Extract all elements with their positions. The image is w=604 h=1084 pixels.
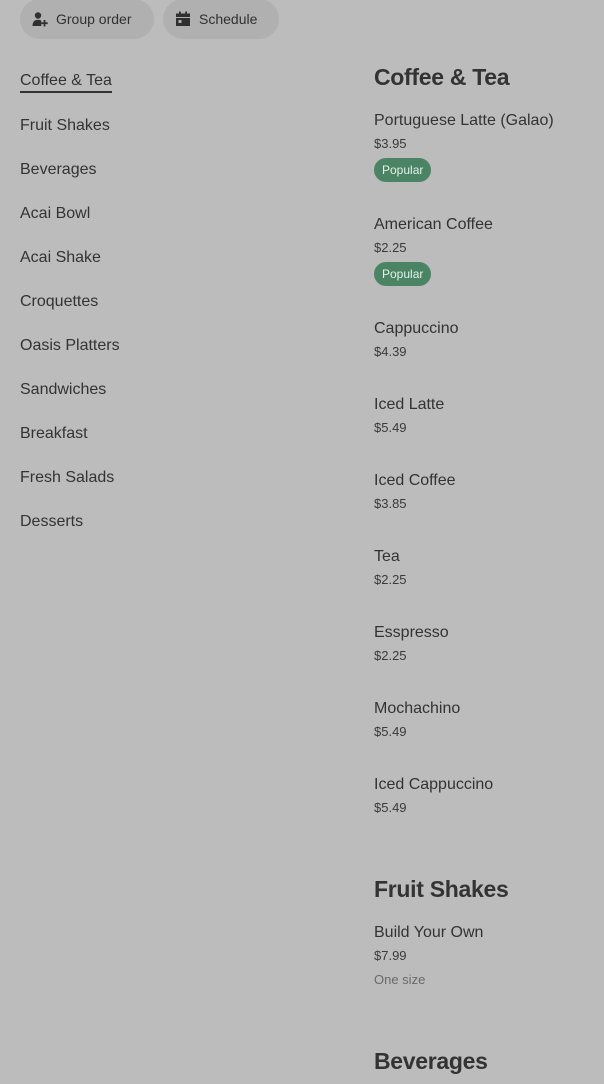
schedule-label: Schedule	[199, 11, 258, 27]
category-nav-item[interactable]: Desserts	[20, 500, 300, 544]
category-nav-item[interactable]: Fresh Salads	[20, 456, 300, 500]
menu-item[interactable]: Cappuccino $4.39	[374, 318, 604, 361]
menu-item[interactable]: Iced Cappuccino $5.49	[374, 774, 604, 817]
item-name: Iced Coffee	[374, 472, 456, 489]
item-price: $5.49	[374, 724, 407, 739]
section-title: Coffee & Tea	[374, 64, 510, 90]
category-label: Acai Bowl	[20, 205, 91, 222]
category-nav-item[interactable]: Sandwiches	[20, 368, 300, 412]
menu-item[interactable]: Build Your Own $7.99 One size	[374, 922, 604, 989]
category-nav-item[interactable]: Fruit Shakes	[20, 104, 300, 148]
item-name: Build Your Own	[374, 924, 484, 941]
item-price: $2.25	[374, 648, 407, 663]
item-price: $2.25	[374, 572, 407, 587]
menu-item[interactable]: Iced Latte $5.49	[374, 394, 604, 437]
action-chips: Group order Schedule	[20, 0, 279, 39]
popular-badge: Popular	[374, 262, 432, 286]
popular-badge: Popular	[374, 158, 432, 182]
item-price: $7.99	[374, 948, 407, 963]
menu-item[interactable]: Mochachino $5.49	[374, 698, 604, 741]
category-label: Fresh Salads	[20, 469, 115, 486]
category-label: Desserts	[20, 513, 84, 530]
item-name: Esspresso	[374, 624, 449, 641]
item-name: American Coffee	[374, 216, 493, 233]
category-label: Sandwiches	[20, 381, 107, 398]
item-price: $5.49	[374, 800, 407, 815]
item-name: Cappuccino	[374, 320, 459, 337]
item-price: $4.39	[374, 344, 407, 359]
category-label: Croquettes	[20, 293, 99, 310]
category-label: Oasis Platters	[20, 337, 120, 354]
section-title: Beverages	[374, 1048, 488, 1074]
category-label: Breakfast	[20, 425, 88, 442]
schedule-button[interactable]: Schedule	[163, 0, 279, 39]
calendar-icon	[175, 11, 191, 27]
menu-item[interactable]: American Coffee $2.25 Popular	[374, 214, 604, 286]
item-name: Mochachino	[374, 700, 461, 717]
category-nav-item[interactable]: Beverages	[20, 148, 300, 192]
category-nav-item[interactable]: Oasis Platters	[20, 324, 300, 368]
item-price: $3.95	[374, 136, 407, 151]
menu-item[interactable]: Esspresso $2.25	[374, 622, 604, 665]
menu-item[interactable]: Tea $2.25	[374, 546, 604, 589]
add-person-icon	[32, 11, 48, 27]
category-nav-item[interactable]: Acai Bowl	[20, 192, 300, 236]
group-order-label: Group order	[56, 11, 132, 27]
category-label: Coffee & Tea	[20, 72, 112, 93]
item-price: $3.85	[374, 496, 407, 511]
menu-item[interactable]: Iced Coffee $3.85	[374, 470, 604, 513]
category-nav: Coffee & Tea Fruit Shakes Beverages Acai…	[20, 60, 300, 544]
category-nav-item[interactable]: Breakfast	[20, 412, 300, 456]
item-name: Portuguese Latte (Galao)	[374, 112, 554, 129]
menu-item[interactable]: Portuguese Latte (Galao) $3.95 Popular	[374, 110, 604, 182]
item-size: One size	[374, 972, 426, 987]
group-order-button[interactable]: Group order	[20, 0, 154, 39]
category-label: Fruit Shakes	[20, 117, 110, 134]
category-label: Acai Shake	[20, 249, 101, 266]
category-label: Beverages	[20, 161, 97, 178]
menu-page: Group order Schedule Coffee & Tea Fruit …	[0, 0, 604, 1084]
section-title: Fruit Shakes	[374, 876, 509, 902]
item-name: Tea	[374, 548, 400, 565]
item-price: $2.25	[374, 240, 407, 255]
item-price: $5.49	[374, 420, 407, 435]
category-nav-item[interactable]: Coffee & Tea	[20, 60, 300, 104]
item-name: Iced Cappuccino	[374, 776, 494, 793]
category-nav-item[interactable]: Croquettes	[20, 280, 300, 324]
item-name: Iced Latte	[374, 396, 445, 413]
category-nav-item[interactable]: Acai Shake	[20, 236, 300, 280]
